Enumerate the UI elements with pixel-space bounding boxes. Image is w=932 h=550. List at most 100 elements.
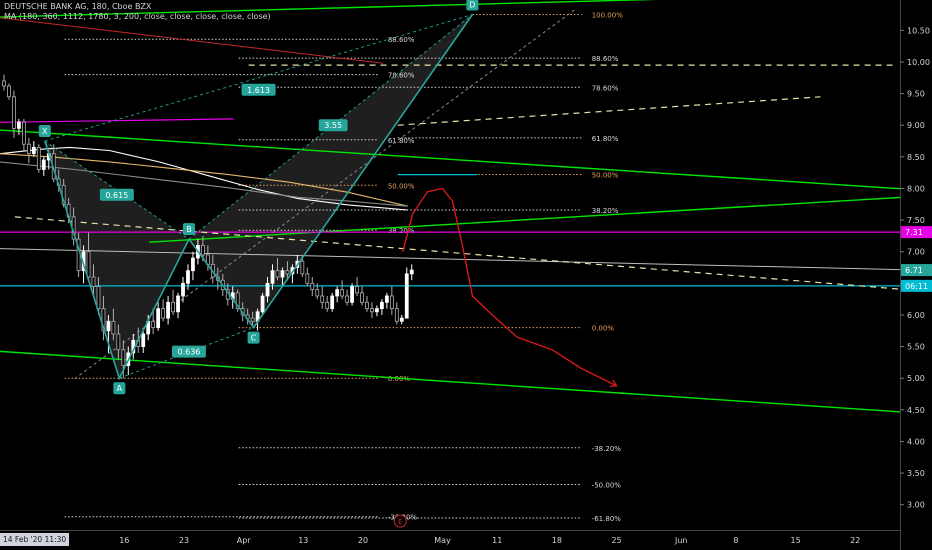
candle-body (250, 317, 255, 322)
candle-body (384, 295, 389, 303)
price-chart[interactable]: 88.60%78.60%61.80%50.00%38.20%0.00%-38.2… (0, 0, 932, 550)
candle-body (399, 317, 404, 322)
price-tick-label: 3.00 (907, 501, 925, 510)
candle-body (270, 270, 275, 284)
candle-body (186, 270, 190, 284)
candle-body (41, 159, 46, 170)
price-tick-label: 7.50 (907, 216, 925, 225)
candle-body (345, 295, 349, 303)
candle-body (375, 308, 379, 313)
fib-right-level-label: 88.60% (592, 55, 619, 63)
candle-body (116, 333, 121, 351)
fib-right-level-label: 0.00% (592, 325, 615, 333)
pattern-point-label: X (42, 127, 48, 136)
fib-right-level-label: 50.00% (592, 172, 619, 180)
price-tick-label: 5.00 (907, 374, 925, 383)
candle-body (151, 320, 156, 329)
time-axis: 91623Apr1320May111825Jun81522 (0, 530, 900, 550)
price-label-text: 06:11 (905, 282, 928, 291)
fib-right-level-label: 100.00% (592, 12, 623, 20)
candle-body (201, 244, 205, 256)
candle-body (96, 286, 101, 310)
price-tick-label: 4.50 (907, 406, 925, 415)
candle-body (171, 301, 175, 313)
candle-body (285, 270, 290, 275)
pattern-point-label: A (117, 384, 123, 393)
price-tick-label: 8.50 (907, 153, 925, 162)
candle-body (12, 96, 16, 129)
candle-body (86, 251, 91, 278)
candle-body (305, 273, 310, 284)
price-tick-label: 3.50 (907, 469, 925, 478)
candle-body (310, 282, 315, 291)
candle-body (404, 273, 409, 319)
fib-right-level-label: -50.00% (592, 481, 622, 489)
time-tick-label: 20 (358, 536, 368, 545)
fib-right-level-label: 61.80% (592, 135, 619, 143)
time-tick-label: 16 (119, 536, 129, 545)
event-marker-label: E (398, 518, 402, 526)
candle-body (325, 301, 330, 310)
pattern-point-label: D (469, 1, 475, 10)
candle-body (350, 286, 354, 303)
candle-body (141, 333, 146, 347)
candle-body (335, 289, 340, 297)
candle-body (7, 85, 11, 98)
pattern-ratio-label: 0.636 (177, 348, 200, 357)
candle-body (300, 260, 305, 275)
candle-body (360, 292, 364, 303)
pattern-point-label: C (251, 334, 257, 343)
candle-body (330, 295, 335, 310)
candle-body (320, 295, 325, 303)
candle-body (315, 289, 320, 297)
candle-body (275, 270, 280, 278)
fib-right-level-label: -38.20% (592, 445, 622, 453)
candle-body (380, 301, 384, 310)
time-tick-label: 25 (611, 536, 621, 545)
candle-body (340, 289, 345, 297)
candle-body (409, 269, 414, 275)
candle-body (394, 308, 399, 322)
candle-body (280, 270, 285, 278)
price-tick-label: 8.00 (907, 184, 925, 193)
candle-body (21, 121, 26, 145)
candle-body (166, 301, 170, 319)
pattern-ratio-label: 3.55 (324, 121, 342, 130)
candle-body (106, 320, 111, 332)
price-tick-label: 4.00 (907, 437, 925, 446)
candle-body (181, 282, 185, 297)
price-tick-label: 10.50 (907, 26, 930, 35)
fib-left-level-label: 88.60% (388, 36, 415, 44)
candle-body (161, 308, 166, 319)
pattern-point-label: B (186, 225, 192, 234)
time-tick-label: 22 (850, 536, 860, 545)
candle-body (370, 308, 374, 313)
price-tick-label: 9.50 (907, 90, 925, 99)
candle-body (176, 295, 180, 313)
fib-right-level-label: -61.80% (592, 515, 622, 523)
time-tick-label: Jun (674, 536, 688, 545)
price-tick-label: 5.50 (907, 343, 925, 352)
indicator-legend: MA (180, 360, 1112, 1780, 3, 200, close,… (4, 12, 271, 21)
candle-body (91, 276, 96, 287)
candle-body (191, 257, 195, 272)
price-axis: 3.003.504.004.505.005.506.006.507.007.50… (900, 0, 932, 550)
time-tick-label: 15 (790, 536, 800, 545)
time-tick-label: 11 (492, 536, 502, 545)
price-tick-label: 10.00 (907, 58, 930, 67)
symbol-title: DEUTSCHE BANK AG, 180, Cboe BZX (4, 2, 152, 11)
candle-body (260, 295, 265, 313)
pattern-ratio-label: 0.615 (105, 191, 128, 200)
fib-right-level-label: 78.60% (592, 84, 619, 92)
candle-body (36, 146, 41, 170)
price-label-text: 6.71 (905, 266, 923, 275)
price-tick-label: 7.00 (907, 248, 925, 257)
price-tick-label: 9.00 (907, 121, 925, 130)
candle-body (17, 121, 21, 129)
chart-header: DEUTSCHE BANK AG, 180, Cboe BZX MA (180,… (4, 2, 271, 22)
pattern-ratio-label: 1.613 (247, 86, 270, 95)
fib-left-level-label: 50.00% (388, 182, 415, 190)
candle-body (156, 308, 161, 329)
candle-body (365, 301, 369, 310)
price-label-text: 7.31 (905, 228, 923, 237)
